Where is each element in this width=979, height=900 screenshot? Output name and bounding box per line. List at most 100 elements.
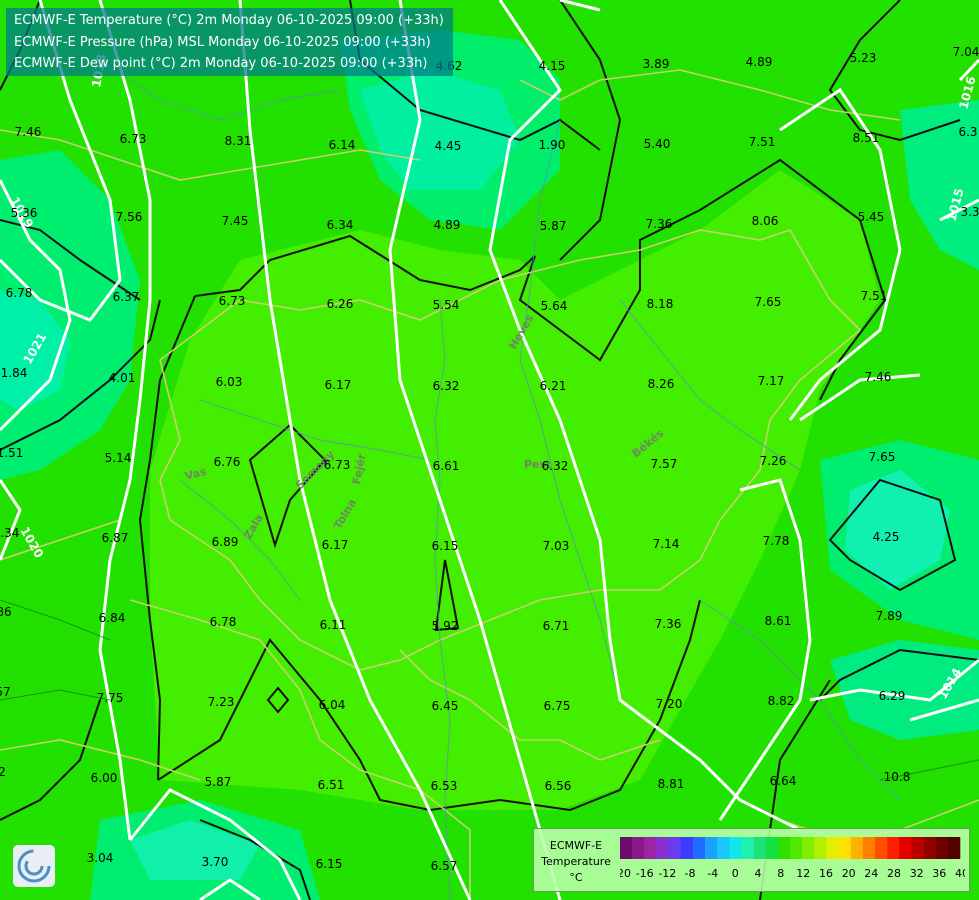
value-label: 8.82 xyxy=(768,694,795,708)
value-label: 6.78 xyxy=(6,286,33,300)
value-label: 6.57 xyxy=(431,859,458,873)
value-label: 6.56 xyxy=(545,779,572,793)
value-label: 6.32 xyxy=(542,459,569,473)
value-label: 10.8 xyxy=(884,770,911,784)
value-label: 6.26 xyxy=(327,297,354,311)
legend-swatch xyxy=(753,837,767,859)
value-label: 8.18 xyxy=(647,297,674,311)
value-label: 7.75 xyxy=(97,691,124,705)
value-label: 7.45 xyxy=(222,214,249,228)
legend-swatch xyxy=(777,837,791,859)
value-label: 5.54 xyxy=(433,298,460,312)
legend-swatch xyxy=(741,837,754,859)
legend-tick: 36 xyxy=(932,867,946,880)
value-label: 6.78 xyxy=(210,615,237,629)
value-label: 7.46 xyxy=(15,125,42,139)
value-label: 7.51 xyxy=(749,135,776,149)
value-label: 8.61 xyxy=(765,614,792,628)
value-label: 7.51 xyxy=(861,289,888,303)
value-label: 4.25 xyxy=(873,530,900,544)
value-label: 7.36 xyxy=(655,617,682,631)
legend-colorbar: -20 -16 -12 -8 -4 0 4 8 12 16 20 24 28 32 36 40 xyxy=(620,837,965,880)
value-label: 7.26 xyxy=(760,454,787,468)
value-label: 8.26 xyxy=(648,377,675,391)
legend-tick: -12 xyxy=(658,867,676,880)
value-label: 3.89 xyxy=(643,57,670,71)
legend-swatch xyxy=(717,837,730,859)
legend-swatch xyxy=(935,837,949,859)
value-label: 7.17 xyxy=(758,374,785,388)
value-label: 7.57 xyxy=(651,457,678,471)
value-label: 7.04 xyxy=(953,45,979,59)
legend-swatch xyxy=(765,837,779,859)
value-label: 7.65 xyxy=(869,450,896,464)
value-label: 6.73 xyxy=(219,294,246,308)
value-label: 6.3 xyxy=(958,125,977,139)
value-label: 5.64 xyxy=(541,299,568,313)
value-label: 1.84 xyxy=(1,366,28,380)
legend-swatch xyxy=(692,837,706,859)
logo-icon xyxy=(13,845,55,887)
legend-tick: -4 xyxy=(707,867,718,880)
value-label: 1.51 xyxy=(0,446,23,460)
value-label: 7.03 xyxy=(543,539,570,553)
legend-swatch xyxy=(644,837,657,859)
value-label: 7.20 xyxy=(656,697,683,711)
legend-swatch xyxy=(668,837,682,859)
value-label: 6.71 xyxy=(543,619,570,633)
value-label: 6.61 xyxy=(433,459,460,473)
value-label: 6.03 xyxy=(216,375,243,389)
value-label: 6.64 xyxy=(770,774,797,788)
legend-tick: 12 xyxy=(796,867,810,880)
value-label: 7.89 xyxy=(876,609,903,623)
value-label: 6.00 xyxy=(91,771,118,785)
value-label: 5.92 xyxy=(432,619,459,633)
legend-swatch xyxy=(656,837,669,859)
color-legend: ECMWF-E Temperature °C -20-16-12-8-40481… xyxy=(533,828,970,892)
value-label: 6.73 xyxy=(120,132,147,146)
legend-tick: 24 xyxy=(864,867,878,880)
value-label: 4.89 xyxy=(746,55,773,69)
value-label: 5.87 xyxy=(205,775,232,789)
legend-tick: 8 xyxy=(777,867,784,880)
legend-swatch xyxy=(887,837,900,859)
value-label: 6.04 xyxy=(319,698,346,712)
value-label: 6.89 xyxy=(212,535,239,549)
value-label: 3.04 xyxy=(87,851,114,865)
legend-tick: 16 xyxy=(819,867,833,880)
legend-tick: 0 xyxy=(732,867,739,880)
value-label: 3.70 xyxy=(202,855,229,869)
legend-swatch xyxy=(826,837,839,859)
value-label: 7.23 xyxy=(208,695,235,709)
value-label: 5.23 xyxy=(850,51,877,65)
value-label: 6.32 xyxy=(433,379,460,393)
value-label: 7.65 xyxy=(755,295,782,309)
legend-tick: 4 xyxy=(755,867,762,880)
value-label: 8.31 xyxy=(225,134,252,148)
value-label: 7.78 xyxy=(763,534,790,548)
legend-model: ECMWF-E xyxy=(549,839,603,852)
value-label: 6.17 xyxy=(322,538,349,552)
legend-swatch xyxy=(899,837,912,859)
legend-swatch xyxy=(620,837,633,859)
value-label: 5.87 xyxy=(540,219,567,233)
legend-variable: Temperature xyxy=(541,855,611,868)
legend-swatch xyxy=(680,837,694,859)
value-label: 8.51 xyxy=(853,131,880,145)
legend-tick: 40 xyxy=(955,867,965,880)
legend-tick: 20 xyxy=(842,867,856,880)
legend-swatch xyxy=(632,837,645,859)
value-label: 1.90 xyxy=(539,138,566,152)
value-label: 86 xyxy=(0,605,12,619)
value-label: 6.76 xyxy=(214,455,241,469)
value-label: 5.36 xyxy=(11,206,38,220)
legend-swatch xyxy=(923,837,937,859)
value-label: 6.37 xyxy=(113,290,140,304)
value-label: 6.53 xyxy=(431,779,458,793)
value-label: 6.73 xyxy=(324,458,351,472)
value-label: 3.3 xyxy=(960,205,979,219)
value-label: 5.14 xyxy=(105,451,132,465)
value-label: 6.84 xyxy=(99,611,126,625)
value-label: 6.15 xyxy=(316,857,343,871)
value-label: 2 xyxy=(0,765,6,779)
